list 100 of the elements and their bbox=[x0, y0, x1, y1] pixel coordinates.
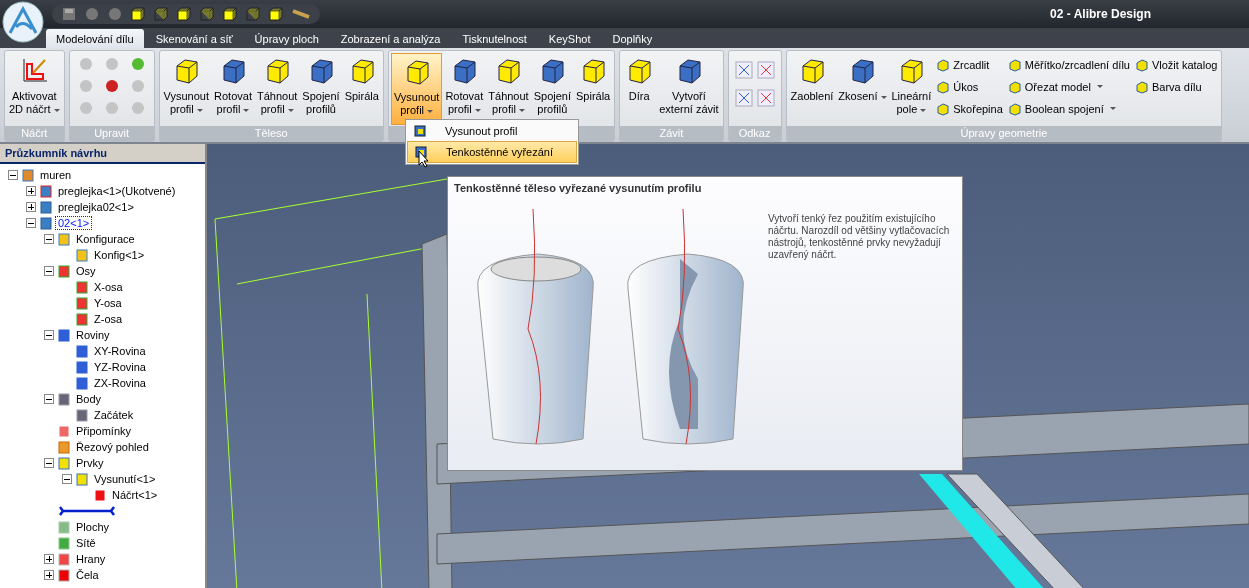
tree-node-icon bbox=[75, 408, 89, 422]
tree-item[interactable]: Z-osa bbox=[92, 313, 125, 325]
ribbon-button[interactable]: Díra bbox=[622, 53, 657, 125]
caret-icon bbox=[920, 108, 927, 112]
ribbon-tab[interactable]: Úpravy ploch bbox=[244, 29, 329, 48]
tree-item[interactable]: Konfigurace bbox=[74, 233, 137, 245]
save-icon[interactable] bbox=[62, 7, 76, 21]
expand-toggle[interactable] bbox=[44, 330, 54, 340]
ribbon-tab[interactable]: Doplňky bbox=[602, 29, 663, 48]
tree-item[interactable]: Konfig<1> bbox=[92, 249, 147, 261]
expand-toggle[interactable] bbox=[44, 394, 54, 404]
expand-toggle[interactable] bbox=[8, 170, 18, 180]
caret-icon bbox=[196, 108, 203, 112]
tree-item[interactable]: muren bbox=[38, 169, 74, 181]
expand-toggle[interactable] bbox=[44, 234, 54, 244]
ribbon-button[interactable]: Lineární pole bbox=[889, 53, 934, 125]
ribbon-button[interactable]: Skořepina bbox=[934, 99, 1005, 118]
ribbon-tab[interactable]: Zobrazení a analýza bbox=[330, 29, 451, 48]
ribbon-tab[interactable]: Skenování a síť bbox=[145, 29, 243, 48]
tree-node-icon bbox=[57, 392, 71, 406]
tree-node-icon bbox=[57, 456, 71, 470]
tree-node-icon bbox=[39, 200, 53, 214]
tree-node-icon bbox=[21, 168, 35, 182]
expand-toggle[interactable] bbox=[44, 554, 54, 564]
tree-item[interactable]: YZ-Rovina bbox=[92, 361, 148, 373]
expand-toggle[interactable] bbox=[26, 218, 36, 228]
cube-view-icon[interactable] bbox=[131, 7, 145, 21]
tree-node-icon bbox=[75, 280, 89, 294]
ribbon-button[interactable]: Měřítko/zrcadlení dílu bbox=[1005, 55, 1132, 74]
tree-item[interactable]: Hrany bbox=[74, 553, 108, 565]
tree-node-icon bbox=[93, 488, 107, 502]
ribbon-button[interactable]: Zkosení bbox=[836, 53, 889, 125]
cube-view-icon[interactable] bbox=[223, 7, 237, 21]
ribbon-button[interactable]: Zrcadlit bbox=[934, 55, 1005, 74]
ribbon-button[interactable]: Vysunout profil bbox=[161, 53, 212, 125]
ribbon-tab[interactable]: Tisknutelnost bbox=[452, 29, 537, 48]
ribbon-button[interactable]: Spirála bbox=[342, 53, 381, 125]
expand-toggle[interactable] bbox=[44, 458, 54, 468]
tree-item[interactable]: Sítě bbox=[74, 537, 98, 549]
menu-item[interactable]: Tenkostěnné vyřezání bbox=[407, 141, 577, 163]
tree-item[interactable]: Začátek bbox=[92, 409, 136, 421]
tree-item[interactable]: ZX-Rovina bbox=[92, 377, 148, 389]
ribbon-button[interactable]: Barva dílu bbox=[1132, 77, 1220, 96]
tree-item[interactable]: Roviny bbox=[74, 329, 112, 341]
tree-item[interactable]: Náčrt<1> bbox=[110, 489, 160, 501]
ribbon-button[interactable]: Spojení profilů bbox=[300, 53, 342, 125]
ribbon-button[interactable]: Spirála bbox=[574, 53, 613, 125]
ribbon-button[interactable]: Táhnout profil bbox=[254, 53, 300, 125]
rollback-bar-icon[interactable] bbox=[57, 506, 117, 516]
edit-tool-icon[interactable] bbox=[103, 78, 120, 94]
tree-node-icon bbox=[57, 264, 71, 278]
ribbon-button[interactable]: Vložit katalog bbox=[1132, 55, 1220, 74]
ribbon-button[interactable]: Vysunout profil bbox=[390, 53, 443, 125]
tree-item[interactable]: X-osa bbox=[92, 281, 125, 293]
tree-item[interactable]: Plochy bbox=[74, 521, 112, 533]
tree-item[interactable]: XY-Rovina bbox=[92, 345, 148, 357]
ribbon-button[interactable]: Úkos bbox=[934, 77, 1005, 96]
tree-item[interactable]: Čela bbox=[74, 569, 101, 581]
ribbon-button[interactable]: Rotovat profil bbox=[212, 53, 254, 125]
caret-icon bbox=[1096, 85, 1103, 88]
ribbon-button[interactable]: Aktivovat 2D náčrt bbox=[7, 53, 62, 125]
ribbon-tab[interactable]: KeyShot bbox=[538, 29, 601, 48]
reference-tool-icon[interactable] bbox=[756, 89, 775, 107]
tree-item[interactable]: Prvky bbox=[74, 457, 106, 469]
ruler-icon[interactable] bbox=[292, 9, 310, 19]
tree-node-icon bbox=[39, 216, 53, 230]
reference-tool-icon[interactable] bbox=[734, 61, 753, 79]
explorer-title: Průzkumník návrhu bbox=[0, 144, 205, 164]
tree-node-icon bbox=[75, 312, 89, 326]
ribbon-tab[interactable]: Modelování dílu bbox=[46, 29, 144, 48]
tree-item[interactable]: Připomínky bbox=[74, 425, 134, 437]
tree-item[interactable]: Body bbox=[74, 393, 104, 405]
tool-icon bbox=[1007, 57, 1022, 72]
tree-item[interactable]: preglejka<1>(Ukotvené) bbox=[56, 185, 178, 197]
tree-item[interactable]: Řezový pohled bbox=[74, 441, 151, 453]
expand-toggle[interactable] bbox=[62, 474, 72, 484]
cube-view-icon[interactable] bbox=[177, 7, 191, 21]
ribbon-button[interactable]: Vytvoří externí závit bbox=[657, 53, 721, 125]
reference-tool-icon[interactable] bbox=[734, 89, 753, 107]
tree-item[interactable]: preglejka02<1> bbox=[56, 201, 136, 213]
caret-icon bbox=[880, 95, 887, 99]
tree-item[interactable]: Y-osa bbox=[92, 297, 124, 309]
ribbon-button[interactable]: Boolean spojení bbox=[1005, 99, 1132, 118]
caret-icon bbox=[243, 108, 250, 112]
tree-node-icon bbox=[57, 568, 71, 582]
tree-node-icon bbox=[57, 328, 71, 342]
ribbon-button[interactable]: Ořezat model bbox=[1005, 77, 1132, 96]
tree-item[interactable]: 02<1> bbox=[56, 217, 92, 229]
ribbon-button[interactable]: Zaoblení bbox=[788, 53, 836, 125]
expand-toggle[interactable] bbox=[44, 570, 54, 580]
expand-toggle[interactable] bbox=[26, 186, 36, 196]
tree-item[interactable]: Vysunutí<1> bbox=[92, 473, 158, 485]
expand-toggle[interactable] bbox=[26, 202, 36, 212]
tree-node-icon bbox=[57, 536, 71, 550]
cube-view-icon[interactable] bbox=[269, 7, 283, 21]
extrude-icon bbox=[413, 124, 427, 138]
tree-item[interactable]: Osy bbox=[74, 265, 98, 277]
expand-toggle[interactable] bbox=[44, 266, 54, 276]
tree-node-icon bbox=[75, 360, 89, 374]
reference-tool-icon[interactable] bbox=[756, 61, 775, 79]
